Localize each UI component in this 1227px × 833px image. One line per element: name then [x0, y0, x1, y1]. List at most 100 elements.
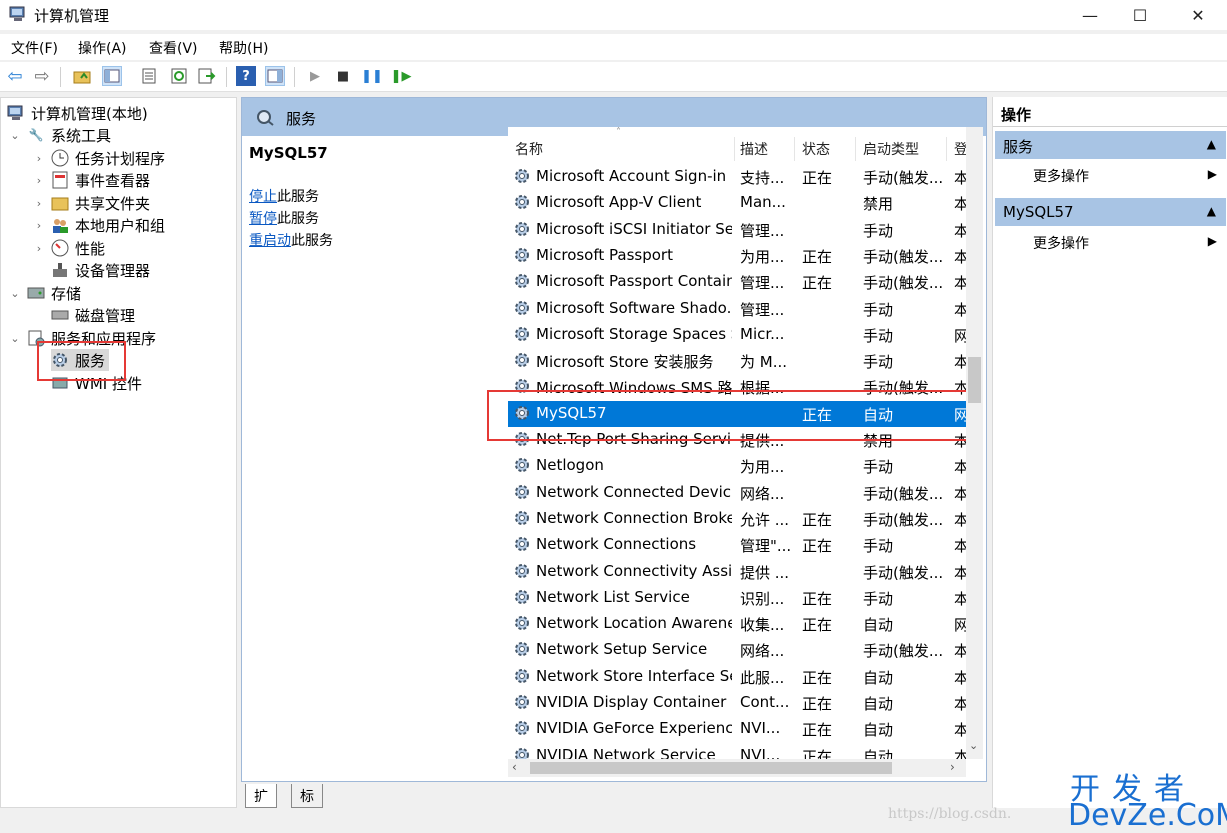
menu-action[interactable]: 操作(A): [78, 38, 127, 58]
table-row[interactable]: Network List Service 识别... 正在 手动 本: [508, 585, 966, 611]
actions-group-mysql57[interactable]: MySQL57 ▲: [995, 198, 1226, 226]
table-row[interactable]: Network Store Interface Se... 此服... 正在 自动 本: [508, 664, 966, 690]
table-row[interactable]: Network Connected Devic... 网络... 手动(触发... 本: [508, 480, 966, 506]
restart-service-link[interactable]: 重启动: [249, 233, 291, 249]
table-row[interactable]: Microsoft iSCSI Initiator Ser... 管理... 手动 本: [508, 217, 966, 243]
forward-button[interactable]: ⇨: [32, 66, 52, 87]
table-row[interactable]: Microsoft Software Shado... 管理... 手动 本: [508, 296, 966, 322]
minimize-button[interactable]: —: [1067, 0, 1113, 30]
vertical-scrollbar[interactable]: ⌄: [966, 127, 983, 759]
scroll-right-arrow-icon[interactable]: ›: [950, 760, 955, 774]
chevron-right-icon[interactable]: ›: [33, 174, 45, 187]
table-row[interactable]: Microsoft Store 安装服务 为 M... 手动 本: [508, 348, 966, 374]
tree-node-storage[interactable]: ⌄ 存储: [9, 282, 81, 304]
horizontal-scrollbar[interactable]: ‹ ›: [508, 759, 966, 777]
selected-service-name: MySQL57: [249, 144, 328, 162]
table-row[interactable]: Microsoft Account Sign-in ... 支持... 正在 手动(触…: [508, 164, 966, 190]
tree-node-system-tools[interactable]: ⌄ 🔧 系统工具: [9, 124, 111, 146]
tree-node-task-scheduler[interactable]: › 任务计划程序: [33, 147, 165, 169]
show-hide-tree-button[interactable]: [102, 66, 122, 86]
service-status: 正在: [802, 589, 833, 608]
table-row[interactable]: Microsoft Passport 为用... 正在 手动(触发... 本: [508, 243, 966, 269]
horizontal-scroll-thumb[interactable]: [530, 762, 892, 774]
service-name: Microsoft Passport Container: [536, 272, 732, 291]
table-row[interactable]: Microsoft Passport Container 管理... 正在 手动(触发…: [508, 269, 966, 295]
chevron-down-icon[interactable]: ⌄: [9, 129, 21, 142]
more-actions-services[interactable]: 更多操作: [1033, 166, 1089, 186]
submenu-arrow-icon[interactable]: ▶: [1208, 167, 1217, 181]
scroll-left-arrow-icon[interactable]: ‹: [512, 760, 517, 774]
column-header-logon[interactable]: 登: [954, 139, 966, 159]
tree-node-device-manager[interactable]: 设备管理器: [51, 259, 150, 281]
table-row[interactable]: Netlogon 为用... 手动 本: [508, 453, 966, 479]
service-description: Cont...: [740, 693, 790, 711]
up-folder-button[interactable]: [72, 66, 92, 86]
stop-service-link[interactable]: 停止: [249, 189, 277, 205]
maximize-button[interactable]: ☐: [1117, 0, 1163, 30]
table-row[interactable]: NVIDIA Display Container LS Cont... 正在 自动 本: [508, 690, 966, 716]
pause-service-button[interactable]: ❚❚: [361, 66, 383, 86]
tree-node-root[interactable]: 计算机管理(本地): [7, 102, 148, 124]
tab-standard[interactable]: 标准: [291, 784, 323, 825]
tab-extended[interactable]: 扩展: [245, 784, 277, 825]
close-button[interactable]: ✕: [1175, 0, 1221, 30]
chevron-right-icon[interactable]: ›: [33, 197, 45, 210]
column-divider[interactable]: [946, 137, 947, 161]
tree-node-shared-folders[interactable]: › 共享文件夹: [33, 192, 150, 214]
column-header-startup-type[interactable]: 启动类型: [863, 139, 919, 159]
action-pane-icon: [267, 69, 283, 83]
tree-node-disk-management[interactable]: 磁盘管理: [51, 304, 135, 326]
table-row[interactable]: Microsoft Storage Spaces S Micr... 手动 网: [508, 322, 966, 348]
collapse-up-icon[interactable]: ▲: [1207, 137, 1216, 151]
table-row[interactable]: Network Setup Service 网络... 手动(触发... 本: [508, 637, 966, 663]
scroll-down-arrow-icon[interactable]: ⌄: [969, 739, 978, 752]
more-actions-mysql57[interactable]: 更多操作: [1033, 233, 1089, 253]
actions-group-services[interactable]: 服务 ▲: [995, 131, 1226, 159]
chevron-right-icon[interactable]: ›: [33, 152, 45, 165]
export-list-button[interactable]: [197, 66, 217, 86]
chevron-down-icon[interactable]: ⌄: [9, 287, 21, 300]
service-startup-type: 禁用: [863, 195, 894, 214]
table-row[interactable]: Network Connections 管理"... 正在 手动 本: [508, 532, 966, 558]
menu-view[interactable]: 查看(V): [149, 38, 198, 58]
actions-group-label: MySQL57: [1003, 203, 1074, 221]
service-name: Network List Service: [536, 587, 690, 606]
column-divider[interactable]: [734, 137, 735, 161]
refresh-button[interactable]: [169, 66, 189, 86]
help-button[interactable]: ?: [236, 66, 256, 86]
table-row[interactable]: Network Connectivity Assis... 提供 ... 手动(触发…: [508, 559, 966, 585]
column-divider[interactable]: [794, 137, 795, 161]
table-row[interactable]: NVIDIA GeForce Experienc... NVI... 正在 自动 本: [508, 716, 966, 742]
start-service-button[interactable]: ▶: [305, 66, 325, 86]
properties-button[interactable]: [139, 66, 159, 86]
back-button[interactable]: ⇦: [5, 66, 25, 87]
service-startup-type: 手动: [863, 589, 894, 608]
vertical-scroll-thumb[interactable]: [968, 357, 981, 403]
table-row[interactable]: Network Location Awarene 收集... 正在 自动 网: [508, 611, 966, 637]
column-header-status[interactable]: 状态: [802, 139, 830, 159]
tree-node-performance[interactable]: › 性能: [33, 237, 105, 259]
submenu-arrow-icon[interactable]: ▶: [1208, 234, 1217, 248]
menu-file[interactable]: 文件(F): [11, 38, 58, 58]
tree-node-local-users[interactable]: › 本地用户和组: [33, 214, 165, 236]
pause-service-link[interactable]: 暂停: [249, 211, 277, 227]
show-action-pane-button[interactable]: [265, 66, 285, 86]
menu-help[interactable]: 帮助(H): [219, 38, 268, 58]
restart-service-button[interactable]: ❚▶: [391, 66, 412, 86]
tree-label: 共享文件夹: [75, 194, 151, 213]
service-gear-icon: [515, 484, 529, 499]
tree-label: 本地用户和组: [75, 216, 166, 235]
table-row[interactable]: Microsoft App-V Client Man... 禁用 本: [508, 190, 966, 216]
column-header-name[interactable]: 名称: [515, 139, 543, 159]
column-header-description[interactable]: 描述: [740, 139, 768, 159]
collapse-up-icon[interactable]: ▲: [1207, 204, 1216, 218]
stop-service-button[interactable]: ■: [333, 66, 353, 86]
table-row[interactable]: NVIDIA Network Service NVI... 正在 自动 本: [508, 743, 966, 759]
chevron-right-icon[interactable]: ›: [33, 219, 45, 232]
chevron-right-icon[interactable]: ›: [33, 242, 45, 255]
service-description: 管理"...: [740, 537, 792, 556]
tree-node-event-viewer[interactable]: › 事件查看器: [33, 169, 150, 191]
column-divider[interactable]: [855, 137, 856, 161]
table-row[interactable]: Network Connection Broker 允许 ... 正在 手动(触发..…: [508, 506, 966, 532]
chevron-down-icon[interactable]: ⌄: [9, 332, 21, 345]
